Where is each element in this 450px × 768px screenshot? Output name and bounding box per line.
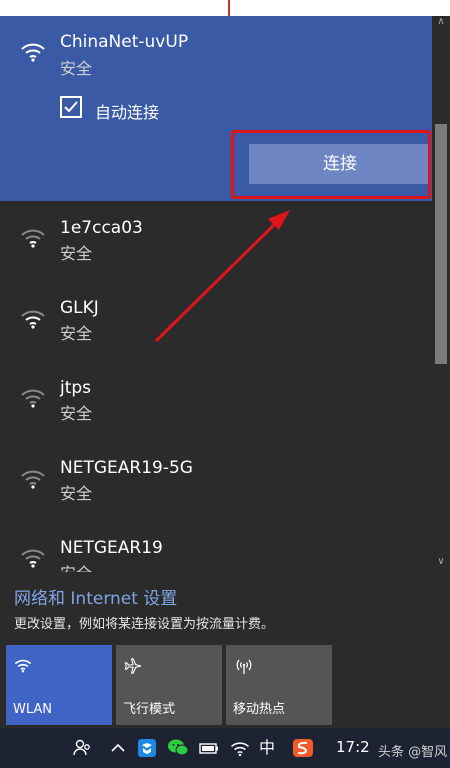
chevron-up-icon[interactable] [110, 738, 126, 758]
tile-label: 飞行模式 [123, 702, 176, 717]
annotation-arrow [154, 210, 290, 343]
app-tray-icon[interactable] [137, 738, 157, 758]
battery-icon[interactable] [198, 738, 220, 758]
ime-indicator[interactable]: 中 [259, 738, 275, 758]
mobile-hotspot-tile[interactable]: 移动热点 [226, 645, 332, 725]
window-top-strip [0, 0, 450, 16]
scroll-down-icon[interactable]: ∨ [435, 556, 447, 568]
tile-label: 移动热点 [233, 702, 286, 717]
scroll-up-icon[interactable]: ∧ [435, 16, 447, 28]
network-flyout: ChinaNet-uvUP 安全 自动连接 连接 1e7cca03 安全 GLK… [0, 16, 450, 728]
top-accent-line [228, 0, 230, 16]
network-settings-link[interactable]: 网络和 Internet 设置 [14, 584, 177, 609]
tile-label: WLAN [13, 702, 53, 717]
clock-time[interactable]: 17:2 [336, 738, 370, 756]
hotspot-icon [236, 659, 252, 674]
wlan-tile[interactable]: WLAN [6, 645, 112, 725]
airplane-icon [124, 658, 142, 674]
network-list: ChinaNet-uvUP 安全 自动连接 连接 1e7cca03 安全 GLK… [0, 16, 432, 572]
network-settings-description: 更改设置，例如将某连接设置为按流量计费。 [14, 617, 275, 632]
sogou-input-icon[interactable] [292, 738, 314, 758]
wifi-icon[interactable] [230, 738, 250, 758]
scrollbar[interactable]: ∧ ∨ [432, 16, 450, 572]
wechat-icon[interactable] [167, 738, 189, 758]
people-icon[interactable] [72, 738, 92, 758]
taskbar: 中 17:2 头条 @智风 [0, 728, 450, 768]
airplane-mode-tile[interactable]: 飞行模式 [116, 645, 222, 725]
wifi-icon [14, 659, 32, 673]
scroll-thumb[interactable] [435, 124, 447, 364]
watermark-text: 头条 @智风 [378, 745, 448, 760]
